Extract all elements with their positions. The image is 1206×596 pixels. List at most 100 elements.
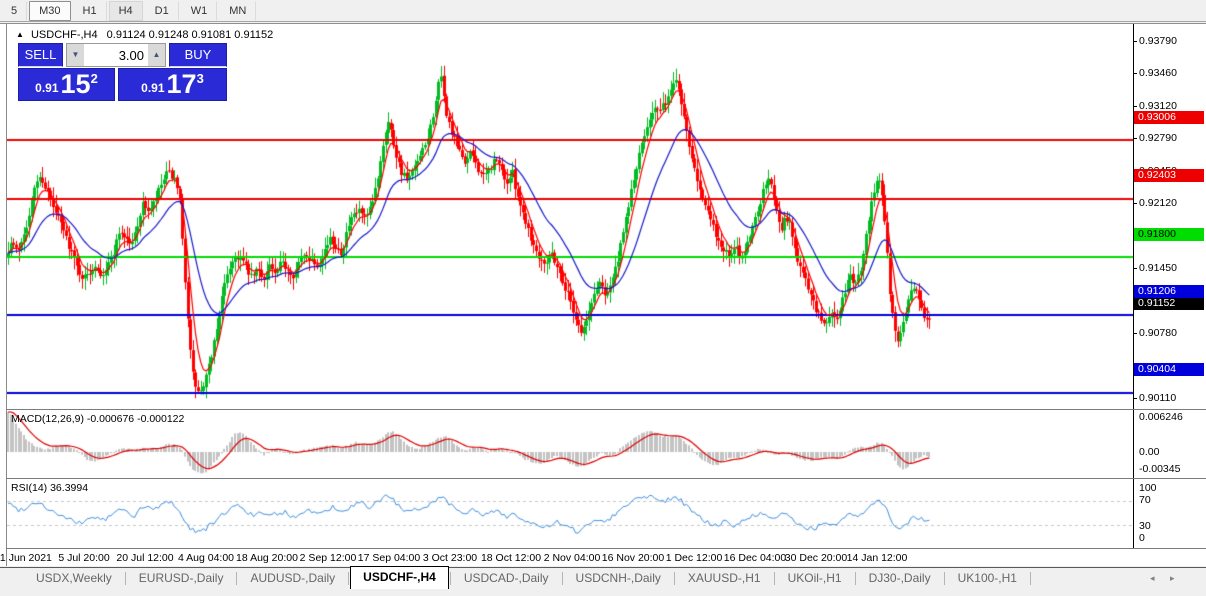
rsi-tick-label: 30 xyxy=(1139,520,1151,532)
date-tick-label: 2 Sep 12:00 xyxy=(300,552,357,564)
chart-tab-xauusd-h1[interactable]: XAUUSD-,H1 xyxy=(676,568,773,589)
timeframe-toolbar: 5M30H1H4D1W1MN xyxy=(0,0,1206,22)
rsi-tick-label: 0 xyxy=(1139,532,1145,544)
date-tick-label: 4 Aug 04:00 xyxy=(178,552,234,564)
price-chart-canvas[interactable] xyxy=(7,48,1133,431)
tabs-scroll-right-icon[interactable]: ▸ xyxy=(1170,573,1175,584)
timeframe-button-5[interactable]: 5 xyxy=(1,1,27,21)
date-tick-label: 21 Jun 2021 xyxy=(0,552,52,564)
volume-stepper: ▼ ▲ xyxy=(66,43,166,67)
rsi-tick-label: 70 xyxy=(1139,494,1151,506)
macd-label: MACD(12,26,9) -0.000676 -0.000122 xyxy=(11,413,184,425)
level-price-badge: 0.91800 xyxy=(1134,228,1204,241)
chart-tab-audusd-daily[interactable]: AUDUSD-,Daily xyxy=(238,568,347,589)
volume-decrease-icon[interactable]: ▼ xyxy=(67,44,84,66)
rsi-label: RSI(14) 36.3994 xyxy=(11,482,88,494)
price-tick-mark xyxy=(1133,203,1137,204)
timeframe-button-d1[interactable]: D1 xyxy=(145,1,179,21)
macd-tick-label: 0.006246 xyxy=(1139,411,1183,423)
date-tick-label: 18 Oct 12:00 xyxy=(481,552,541,564)
chart-tab-usdcad-daily[interactable]: USDCAD-,Daily xyxy=(452,568,561,589)
macd-panel-separator[interactable] xyxy=(6,409,1206,410)
price-tick-label: 0.93460 xyxy=(1139,67,1177,79)
rsi-tick-label: 100 xyxy=(1139,482,1157,494)
timeframe-button-h4[interactable]: H4 xyxy=(109,1,143,21)
chart-tab-dj30-daily[interactable]: DJ30-,Daily xyxy=(857,568,943,589)
level-price-badge: 0.90404 xyxy=(1134,363,1204,376)
level-price-badge: 0.91206 xyxy=(1134,285,1204,298)
price-tick-label: 0.91450 xyxy=(1139,262,1177,274)
sell-button[interactable]: SELL xyxy=(18,43,63,67)
price-tick-mark xyxy=(1133,41,1137,42)
tab-separator xyxy=(562,572,563,585)
sell-price-button[interactable]: 0.91 15 2 xyxy=(18,68,115,101)
buy-button[interactable]: BUY xyxy=(169,43,227,67)
date-tick-label: 20 Jul 12:00 xyxy=(116,552,173,564)
date-tick-label: 3 Oct 23:00 xyxy=(423,552,477,564)
chart-tab-usdchf-h4[interactable]: USDCHF-,H4 xyxy=(350,566,449,589)
chart-window xyxy=(0,23,1206,566)
tab-separator xyxy=(125,572,126,585)
chart-tab-usdcnh-daily[interactable]: USDCNH-,Daily xyxy=(564,568,673,589)
date-tick-label: 14 Jan 12:00 xyxy=(847,552,908,564)
level-price-badge: 0.92403 xyxy=(1134,169,1204,182)
chart-tab-ukoil-h1[interactable]: UKOil-,H1 xyxy=(776,568,854,589)
tab-separator xyxy=(674,572,675,585)
timeframe-button-mn[interactable]: MN xyxy=(219,1,256,21)
price-tick-mark xyxy=(1133,333,1137,334)
price-tick-mark xyxy=(1133,398,1137,399)
chart-symbol-period: USDCHF-,H4 xyxy=(31,29,98,41)
buy-price-button[interactable]: 0.91 17 3 xyxy=(118,68,227,101)
tab-separator xyxy=(236,572,237,585)
sell-price-base: 0.91 xyxy=(35,81,58,98)
date-tick-label: 17 Sep 04:00 xyxy=(358,552,420,564)
tabs-scroll-left-icon[interactable]: ◂ xyxy=(1150,573,1155,584)
date-tick-label: 2 Nov 04:00 xyxy=(544,552,601,564)
chart-tab-eurusd-daily[interactable]: EURUSD-,Daily xyxy=(127,568,236,589)
tab-separator xyxy=(855,572,856,585)
price-tick-label: 0.93790 xyxy=(1139,35,1177,47)
buy-price-pip: 3 xyxy=(197,71,204,86)
timeframe-button-m30[interactable]: M30 xyxy=(29,1,70,21)
timeframe-button-h1[interactable]: H1 xyxy=(73,1,107,21)
volume-increase-icon[interactable]: ▲ xyxy=(148,44,165,66)
rsi-indicator-canvas[interactable] xyxy=(7,480,1133,548)
price-tick-label: 0.92790 xyxy=(1139,132,1177,144)
price-tick-label: 0.90110 xyxy=(1139,392,1176,404)
date-axis-separator xyxy=(6,548,1206,549)
macd-tick-label: -0.00345 xyxy=(1139,463,1180,475)
date-tick-label: 16 Nov 20:00 xyxy=(602,552,664,564)
sell-price-pip: 2 xyxy=(91,71,98,86)
tab-separator xyxy=(774,572,775,585)
price-tick-label: 0.90780 xyxy=(1139,327,1177,339)
level-price-badge: 0.93006 xyxy=(1134,111,1204,124)
date-tick-label: 5 Jul 20:00 xyxy=(58,552,109,564)
collapse-trade-panel-icon[interactable]: ▲ xyxy=(16,30,24,39)
date-tick-label: 1 Dec 12:00 xyxy=(666,552,723,564)
window-top-border xyxy=(0,23,1206,24)
one-click-trade-panel: SELL ▼ ▲ BUY 0.91 15 2 0.91 17 3 xyxy=(18,43,227,101)
rsi-panel-separator[interactable] xyxy=(6,478,1206,479)
tab-separator xyxy=(1030,572,1031,585)
price-tick-mark xyxy=(1133,106,1137,107)
date-tick-label: 30 Dec 20:00 xyxy=(785,552,847,564)
macd-tick-label: 0.00 xyxy=(1139,446,1159,458)
price-tick-label: 0.92120 xyxy=(1139,197,1177,209)
volume-input[interactable] xyxy=(84,44,148,66)
price-tick-mark xyxy=(1133,73,1137,74)
chart-tab-bar: USDX,WeeklyEURUSD-,DailyAUDUSD-,DailyUSD… xyxy=(0,567,1206,589)
chart-title: ▲ USDCHF-,H4 0.91124 0.91248 0.91081 0.9… xyxy=(16,29,273,41)
tab-separator xyxy=(944,572,945,585)
chart-tab-usdx-weekly[interactable]: USDX,Weekly xyxy=(24,568,124,589)
sell-price-big: 15 xyxy=(61,71,91,98)
chart-tab-uk100-h1[interactable]: UK100-,H1 xyxy=(946,568,1029,589)
terminal-window: 5M30H1H4D1W1MN ▲ USDCHF-,H4 0.91124 0.91… xyxy=(0,0,1206,596)
buy-price-big: 17 xyxy=(167,71,197,98)
current-price-badge: 0.91152 xyxy=(1134,297,1204,310)
tab-separator xyxy=(450,572,451,585)
chart-ohlc-values: 0.91124 0.91248 0.91081 0.91152 xyxy=(107,29,274,41)
date-tick-label: 18 Aug 20:00 xyxy=(236,552,298,564)
timeframe-button-w1[interactable]: W1 xyxy=(181,1,218,21)
date-tick-label: 16 Dec 04:00 xyxy=(724,552,786,564)
buy-price-base: 0.91 xyxy=(141,81,164,98)
